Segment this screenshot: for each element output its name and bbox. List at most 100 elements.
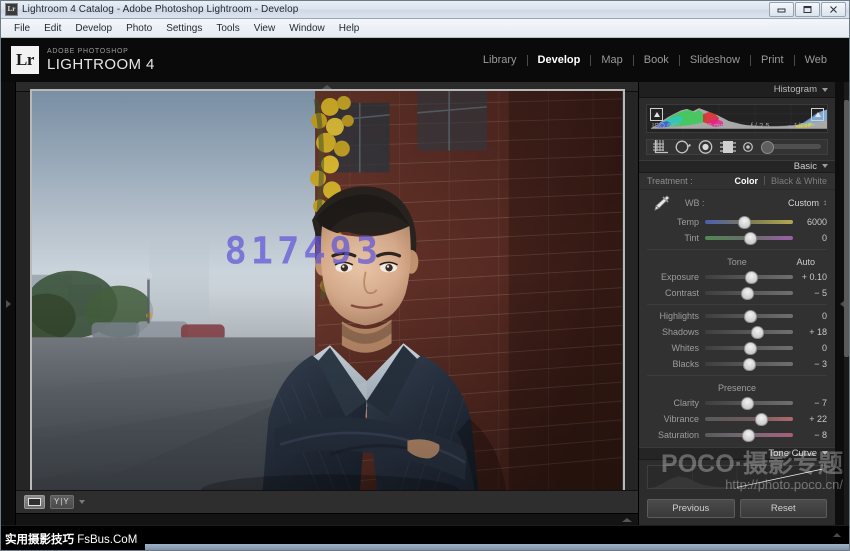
white-balance-eyedropper-icon[interactable] bbox=[647, 194, 673, 212]
slider-clarity[interactable]: Clarity − 7 bbox=[639, 395, 835, 411]
tone-curve-graph[interactable] bbox=[647, 465, 827, 489]
slider-knob[interactable] bbox=[744, 310, 757, 323]
module-map[interactable]: Map bbox=[591, 54, 632, 66]
slider-highlights[interactable]: Highlights 0 bbox=[639, 308, 835, 324]
slider-knob[interactable] bbox=[745, 271, 758, 284]
left-panel-collapse-rail[interactable] bbox=[1, 82, 16, 525]
previous-button[interactable]: Previous bbox=[647, 499, 735, 518]
slider-tint[interactable]: Tint 0 bbox=[639, 230, 835, 246]
slider-value: − 7 bbox=[793, 398, 827, 408]
photo-frame: 817493 bbox=[30, 89, 625, 494]
right-panel-collapse-rail[interactable] bbox=[835, 82, 849, 525]
treatment-color-option[interactable]: Color bbox=[734, 176, 758, 186]
shadow-clipping-indicator[interactable] bbox=[650, 108, 663, 121]
slider-value: + 0.10 bbox=[793, 272, 827, 282]
right-panel-scrollbar[interactable] bbox=[844, 82, 849, 525]
before-after-button[interactable]: Y|Y bbox=[50, 495, 74, 509]
slider-knob[interactable] bbox=[751, 326, 764, 339]
histogram-graph[interactable]: ISO 640 35 mm f / 2.5 1/50 sec bbox=[646, 104, 828, 133]
menu-tools[interactable]: Tools bbox=[209, 22, 246, 35]
slider-exposure[interactable]: Exposure + 0.10 bbox=[639, 269, 835, 285]
slider-shadows[interactable]: Shadows + 18 bbox=[639, 324, 835, 340]
slider-contrast[interactable]: Contrast − 5 bbox=[639, 285, 835, 301]
menu-window[interactable]: Window bbox=[282, 22, 332, 35]
white-balance-value[interactable]: Custom ↕ bbox=[788, 198, 827, 208]
minimize-button[interactable] bbox=[769, 2, 794, 17]
treatment-bw-option[interactable]: Black & White bbox=[771, 176, 827, 186]
slider-track[interactable] bbox=[705, 362, 793, 366]
tone-label: Tone bbox=[727, 257, 747, 267]
slider-value: 0 bbox=[793, 233, 827, 243]
slider-track[interactable] bbox=[705, 401, 793, 405]
slider-value: 6000 bbox=[793, 217, 827, 227]
slider-track[interactable] bbox=[705, 220, 793, 224]
slider-temp[interactable]: Temp 6000 bbox=[639, 214, 835, 230]
close-button[interactable] bbox=[821, 2, 846, 17]
slider-knob[interactable] bbox=[742, 429, 755, 442]
expand-filmstrip-icon bbox=[622, 518, 632, 522]
module-develop[interactable]: Develop bbox=[528, 54, 591, 66]
slider-track[interactable] bbox=[705, 275, 793, 279]
graduated-filter-icon[interactable] bbox=[720, 140, 736, 154]
crop-tool-icon[interactable] bbox=[653, 140, 668, 154]
slider-blacks[interactable]: Blacks − 3 bbox=[639, 356, 835, 372]
slider-knob[interactable] bbox=[743, 358, 756, 371]
slider-label: Highlights bbox=[647, 311, 705, 321]
module-web[interactable]: Web bbox=[795, 54, 837, 66]
loupe-view-button[interactable] bbox=[24, 495, 45, 509]
slider-label: Saturation bbox=[647, 430, 705, 440]
slider-track[interactable] bbox=[705, 236, 793, 240]
slider-label: Tint bbox=[647, 233, 705, 243]
highlight-clipping-indicator[interactable] bbox=[811, 108, 824, 121]
slider-knob[interactable] bbox=[744, 342, 757, 355]
menu-view[interactable]: View bbox=[247, 22, 283, 35]
slider-knob[interactable] bbox=[741, 397, 754, 410]
identity-plate[interactable]: Lr ADOBE PHOTOSHOP LIGHTROOM 4 bbox=[11, 46, 155, 74]
slider-track[interactable] bbox=[705, 417, 793, 421]
expand-filmstrip-arrow-icon[interactable] bbox=[833, 533, 841, 537]
filmstrip-collapse-strip[interactable] bbox=[16, 513, 638, 525]
slider-track[interactable] bbox=[705, 330, 793, 334]
menu-edit[interactable]: Edit bbox=[37, 22, 68, 35]
slider-track[interactable] bbox=[705, 433, 793, 437]
scrollbar-thumb[interactable] bbox=[844, 100, 849, 357]
menu-develop[interactable]: Develop bbox=[68, 22, 119, 35]
slider-knob[interactable] bbox=[755, 413, 768, 426]
app-icon: Lr bbox=[5, 3, 18, 16]
module-library[interactable]: Library bbox=[473, 54, 527, 66]
adjustment-brush-icon[interactable] bbox=[743, 141, 754, 153]
histogram-header[interactable]: Histogram bbox=[639, 82, 835, 98]
slider-track[interactable] bbox=[705, 291, 793, 295]
module-book[interactable]: Book bbox=[634, 54, 679, 66]
maximize-button[interactable] bbox=[795, 2, 820, 17]
menu-photo[interactable]: Photo bbox=[119, 22, 159, 35]
brush-size-slider[interactable] bbox=[763, 144, 821, 149]
module-slideshow[interactable]: Slideshow bbox=[680, 54, 750, 66]
before-after-caret-icon[interactable] bbox=[79, 500, 85, 504]
slider-track[interactable] bbox=[705, 314, 793, 318]
slider-knob[interactable] bbox=[738, 216, 751, 229]
spot-removal-icon[interactable] bbox=[675, 140, 691, 154]
reset-button[interactable]: Reset bbox=[740, 499, 828, 518]
slider-saturation[interactable]: Saturation − 8 bbox=[639, 427, 835, 443]
slider-whites[interactable]: Whites 0 bbox=[639, 340, 835, 356]
image-stage[interactable]: 817493 bbox=[16, 92, 638, 490]
menu-file[interactable]: File bbox=[7, 22, 37, 35]
slider-knob[interactable] bbox=[741, 287, 754, 300]
chevron-down-icon bbox=[822, 451, 828, 455]
slider-knob[interactable] bbox=[744, 232, 757, 245]
expand-left-panel-icon bbox=[6, 300, 11, 308]
brush-size-knob[interactable] bbox=[761, 141, 774, 154]
auto-tone-button[interactable]: Auto bbox=[796, 257, 815, 267]
white-balance-selected: Custom bbox=[788, 198, 819, 208]
module-print[interactable]: Print bbox=[751, 54, 794, 66]
menu-help[interactable]: Help bbox=[332, 22, 367, 35]
red-eye-icon[interactable] bbox=[698, 140, 713, 154]
menu-settings[interactable]: Settings bbox=[159, 22, 209, 35]
slider-track[interactable] bbox=[705, 346, 793, 350]
basic-panel-header[interactable]: Basic bbox=[639, 160, 835, 173]
treatment-divider bbox=[764, 176, 765, 185]
slider-vibrance[interactable]: Vibrance + 22 bbox=[639, 411, 835, 427]
tone-curve-header[interactable]: Tone Curve bbox=[639, 447, 835, 460]
module-picker: Library Develop Map Book Slideshow Print… bbox=[473, 54, 837, 66]
